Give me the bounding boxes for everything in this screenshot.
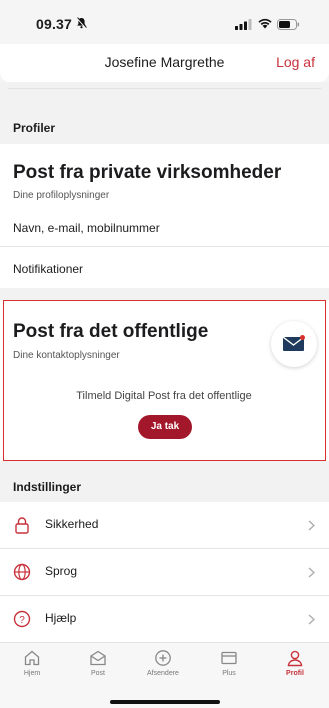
notifications-link[interactable]: Notifikationer bbox=[13, 262, 83, 276]
home-icon bbox=[7, 649, 57, 667]
tab-label: Afsendere bbox=[147, 670, 179, 677]
private-post-card[interactable]: Post fra private virksomheder Dine profi… bbox=[0, 144, 329, 288]
section-gap bbox=[0, 288, 329, 300]
settings-row-security[interactable]: Sikkerhed bbox=[0, 502, 329, 548]
plus-window-icon bbox=[204, 649, 254, 667]
yes-please-button[interactable]: Ja tak bbox=[138, 415, 192, 439]
help-icon: ? bbox=[13, 610, 31, 633]
bell-muted-icon bbox=[76, 16, 87, 34]
lock-icon bbox=[13, 516, 31, 539]
chevron-right-icon bbox=[308, 565, 315, 583]
settings-row-help[interactable]: ? Hjælp bbox=[0, 596, 329, 642]
public-post-title: Post fra det offentlige bbox=[13, 321, 209, 342]
chevron-right-icon bbox=[308, 612, 315, 630]
status-bar: 09.37 bbox=[0, 0, 329, 44]
tab-label: Post bbox=[90, 670, 105, 677]
divider bbox=[0, 246, 329, 247]
svg-text:?: ? bbox=[19, 615, 25, 626]
tab-home[interactable]: Hjem bbox=[7, 649, 57, 677]
settings-label: Sikkerhed bbox=[45, 517, 99, 531]
plus-circle-icon bbox=[138, 649, 188, 667]
tab-label: Plus bbox=[222, 670, 236, 677]
public-post-card: Post fra det offentlige Dine kontaktoply… bbox=[3, 300, 326, 461]
settings-label: Sprog bbox=[45, 564, 78, 578]
tab-plus[interactable]: Plus bbox=[204, 649, 254, 677]
settings-list: Sikkerhed Sprog ? Hjælp bbox=[0, 502, 329, 642]
home-indicator bbox=[110, 700, 220, 704]
battery-icon bbox=[277, 17, 300, 35]
status-time: 09.37 bbox=[36, 16, 73, 32]
settings-row-language[interactable]: Sprog bbox=[0, 549, 329, 595]
mail-icon bbox=[73, 649, 123, 667]
wifi-icon bbox=[257, 16, 273, 34]
scroll-edge bbox=[0, 82, 329, 112]
section-gap bbox=[0, 461, 329, 472]
tab-post[interactable]: Post bbox=[73, 649, 123, 677]
digital-post-mail-icon bbox=[271, 321, 317, 367]
public-post-subtitle: Dine kontaktoplysninger bbox=[13, 350, 120, 361]
section-heading-settings: Indstillinger bbox=[0, 472, 329, 502]
private-post-title: Post fra private virksomheder bbox=[13, 162, 282, 183]
signup-description: Tilmeld Digital Post fra det offentlige bbox=[76, 390, 252, 402]
section-heading-profiles: Profiler bbox=[0, 112, 329, 144]
tab-profile[interactable]: Profil bbox=[270, 649, 320, 677]
globe-icon bbox=[13, 563, 31, 586]
contact-details-link[interactable]: Navn, e-mail, mobilnummer bbox=[13, 221, 160, 235]
tab-senders[interactable]: Afsendere bbox=[138, 649, 188, 677]
profile-icon bbox=[270, 649, 320, 667]
chevron-right-icon bbox=[308, 518, 315, 536]
settings-label: Hjælp bbox=[45, 611, 77, 625]
signal-icon bbox=[235, 17, 252, 35]
private-post-subtitle: Dine profiloplysninger bbox=[13, 190, 110, 201]
tab-label: Profil bbox=[286, 670, 304, 677]
tab-bar: Hjem Post Afsendere Plus Profil bbox=[0, 642, 329, 708]
header: Josefine Margrethe Log af bbox=[0, 44, 329, 82]
logout-button[interactable]: Log af bbox=[276, 54, 315, 70]
tab-label: Hjem bbox=[23, 670, 41, 677]
